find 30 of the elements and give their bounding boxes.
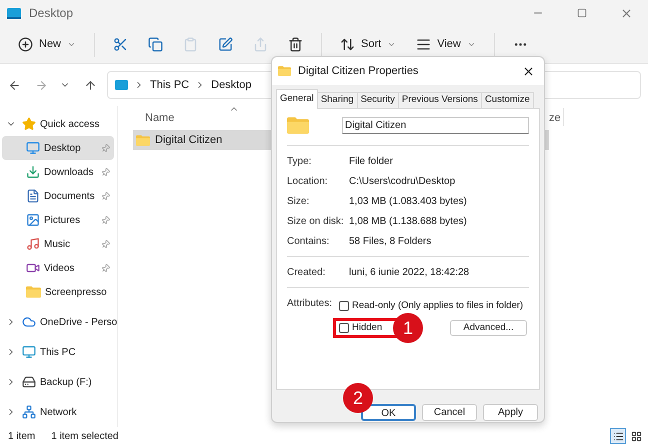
property-value: 1,03 MB (1.083.403 bytes): [349, 194, 467, 208]
sidebar-label: Downloads: [44, 166, 94, 180]
property-label: Size on disk:: [287, 214, 345, 228]
dialog-title: Digital Citizen Properties: [298, 64, 418, 79]
status-text: 1 item selected: [51, 430, 118, 444]
window-title: Desktop: [29, 5, 74, 22]
sidebar-label: Screenpresso: [45, 286, 107, 300]
property-value: C:\Users\codru\Desktop: [349, 174, 456, 188]
property-label: Size:: [287, 194, 310, 208]
property-value: luni, 6 iunie 2022, 18:42:28: [349, 266, 470, 280]
sidebar-label: OneDrive - Perso: [40, 316, 118, 330]
property-label: Location:: [287, 174, 329, 188]
property-value: 58 Files, 8 Folders: [349, 234, 432, 248]
sidebar-label: Pictures: [44, 214, 80, 228]
property-label: Created:: [287, 266, 326, 280]
property-value: 1,08 MB (1.138.688 bytes): [349, 214, 467, 228]
sidebar-label: Documents: [44, 190, 95, 204]
sidebar-label: Desktop: [44, 142, 81, 156]
sidebar-label: Network: [40, 406, 77, 420]
status-text: 1 item: [8, 430, 36, 444]
sidebar-label: Music: [44, 238, 70, 252]
sidebar-label: Quick access: [40, 118, 100, 132]
sidebar-label: Videos: [44, 262, 74, 276]
sidebar-label: Backup (F:): [40, 376, 92, 390]
property-label: Attributes:: [287, 297, 334, 311]
property-label: Type:: [287, 154, 312, 168]
sidebar-label: This PC: [40, 346, 76, 360]
file-name: Digital Citizen: [155, 132, 222, 148]
property-value: File folder: [349, 154, 393, 168]
property-label: Contains:: [287, 234, 330, 248]
